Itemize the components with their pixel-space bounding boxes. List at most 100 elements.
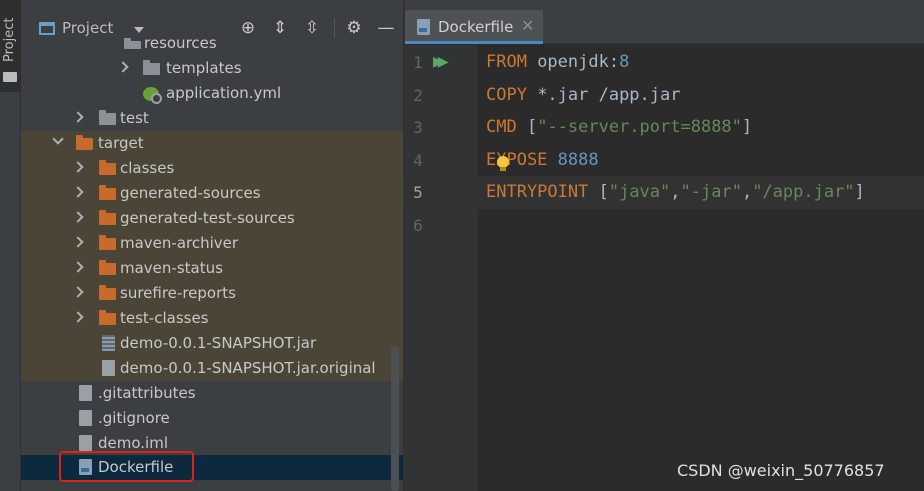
code-string: "/app.jar" <box>752 182 855 202</box>
code-string: "--server.port=8888" <box>537 117 742 137</box>
folder-excluded-icon <box>99 210 116 225</box>
code-line-3: CMD ["--server.port=8888"] <box>486 117 752 137</box>
folder-excluded-icon <box>99 235 116 250</box>
folder-excluded-icon <box>99 185 116 200</box>
folder-icon <box>143 60 160 75</box>
code-text: *.jar /app.jar <box>526 85 681 105</box>
project-scrollbar[interactable] <box>391 346 399 491</box>
watermark: CSDN @weixin_50776857 <box>677 461 885 480</box>
folder-excluded-icon <box>99 285 116 300</box>
chevron-right-icon[interactable] <box>72 286 84 298</box>
tree-item-label: test <box>120 109 149 127</box>
tree-item-label: generated-test-sources <box>120 209 295 227</box>
tree-item-classes[interactable]: classes <box>21 156 403 181</box>
code-line-2: COPY *.jar /app.jar <box>486 85 680 105</box>
tree-item-gitignore[interactable]: .gitignore <box>21 406 403 431</box>
tree-item-label: demo.iml <box>98 434 168 452</box>
line-number: 4 <box>413 151 423 170</box>
code-text: , <box>741 182 753 202</box>
code-keyword: CMD <box>486 117 517 137</box>
tree-item-label: templates <box>166 59 242 77</box>
code-keyword: COPY <box>486 85 527 105</box>
line-number: 5 <box>413 183 423 202</box>
tree-item-label: maven-status <box>120 259 223 277</box>
project-tool-tab[interactable]: Project <box>0 0 21 92</box>
code-number: 8888 <box>547 150 599 170</box>
line-number: 6 <box>413 216 423 235</box>
folder-icon <box>99 110 116 125</box>
code-editor[interactable] <box>478 45 924 491</box>
tree-item-demo-jar-original[interactable]: demo-0.0.1-SNAPSHOT.jar.original <box>21 356 403 381</box>
chevron-right-icon[interactable] <box>72 111 84 123</box>
tree-item-generated-test-sources[interactable]: generated-test-sources <box>21 206 403 231</box>
code-text: , <box>670 182 681 202</box>
tool-window-strip: Project <box>0 0 21 491</box>
tree-item-demo-jar[interactable]: demo-0.0.1-SNAPSHOT.jar <box>21 331 403 356</box>
tree-item-label: maven-archiver <box>120 234 239 252</box>
code-keyword: FROM <box>486 52 527 72</box>
chevron-right-icon[interactable] <box>72 211 84 223</box>
tree-item-label: test-classes <box>120 309 209 327</box>
tree-item-label: application.yml <box>166 84 282 102</box>
code-number: 8 <box>619 52 630 72</box>
tab-dockerfile[interactable]: Dockerfile ✕ <box>405 10 543 44</box>
line-number: 1 <box>413 53 423 72</box>
chevron-right-icon[interactable] <box>72 236 84 248</box>
unknown-file-icon <box>102 360 115 376</box>
tree-item-test-classes[interactable]: test-classes <box>21 306 403 331</box>
project-panel: Project ⊕ ⇕ ⇳ ⚙ — resources templates ap… <box>21 0 403 491</box>
docker-file-icon <box>417 19 430 35</box>
folder-excluded-icon <box>99 310 116 325</box>
line-number: 3 <box>413 118 423 137</box>
tree-item-label: target <box>98 134 144 152</box>
chevron-right-icon[interactable] <box>72 161 84 173</box>
code-text: [ <box>516 117 538 137</box>
tree-item-test[interactable]: test <box>21 106 403 131</box>
tree-item-label: demo-0.0.1-SNAPSHOT.jar.original <box>120 359 376 377</box>
highlight-outline <box>59 451 194 482</box>
run-gutter-icon[interactable]: ▶▶ <box>433 54 448 70</box>
tab-bar-top <box>405 0 924 10</box>
jar-file-icon <box>102 335 115 351</box>
code-string: "java" <box>608 182 671 202</box>
line-number: 2 <box>413 86 423 105</box>
iml-file-icon <box>79 435 92 451</box>
folder-resources-icon <box>124 38 141 49</box>
tree-item-maven-archiver[interactable]: maven-archiver <box>21 231 403 256</box>
tree-item-generated-sources[interactable]: generated-sources <box>21 181 403 206</box>
lightbulb-icon[interactable] <box>497 156 509 171</box>
tree-item-target[interactable]: target <box>21 131 403 156</box>
code-text: ] <box>741 117 753 137</box>
editor-tab-bar: Dockerfile ✕ <box>405 0 924 44</box>
tree-item-label: classes <box>120 159 175 177</box>
chevron-right-icon[interactable] <box>72 311 84 323</box>
git-file-icon <box>79 385 92 401</box>
chevron-right-icon[interactable] <box>117 61 129 73</box>
tree-item-label: .gitattributes <box>98 384 196 402</box>
editor-gutter <box>405 45 478 491</box>
tree-item-application-yml[interactable]: application.yml <box>21 81 403 106</box>
code-text: ] <box>854 182 865 202</box>
code-text: [ <box>588 182 609 202</box>
close-icon[interactable]: ✕ <box>521 16 534 35</box>
folder-icon <box>3 72 17 82</box>
tree-item-label: generated-sources <box>120 184 261 202</box>
tree-item-label: resources <box>144 34 217 52</box>
folder-excluded-icon <box>76 135 93 150</box>
tree-item-label: demo-0.0.1-SNAPSHOT.jar <box>120 334 317 352</box>
tab-label: Dockerfile <box>438 18 514 36</box>
tree-item-resources[interactable]: resources <box>21 32 403 57</box>
tree-item-surefire-reports[interactable]: surefire-reports <box>21 281 403 306</box>
chevron-down-icon[interactable] <box>52 133 64 145</box>
tree-item-label: .gitignore <box>98 409 170 427</box>
code-line-1: FROM openjdk:8 <box>486 52 629 72</box>
chevron-right-icon[interactable] <box>72 261 84 273</box>
tree-item-maven-status[interactable]: maven-status <box>21 256 403 281</box>
code-keyword: EXPOSE <box>486 150 548 170</box>
tree-item-templates[interactable]: templates <box>21 56 403 81</box>
project-tool-tab-label: Project <box>2 17 17 62</box>
code-keyword: ENTRYPOINT <box>486 182 589 202</box>
git-file-icon <box>79 410 92 426</box>
chevron-right-icon[interactable] <box>72 186 84 198</box>
tree-item-gitattributes[interactable]: .gitattributes <box>21 381 403 406</box>
